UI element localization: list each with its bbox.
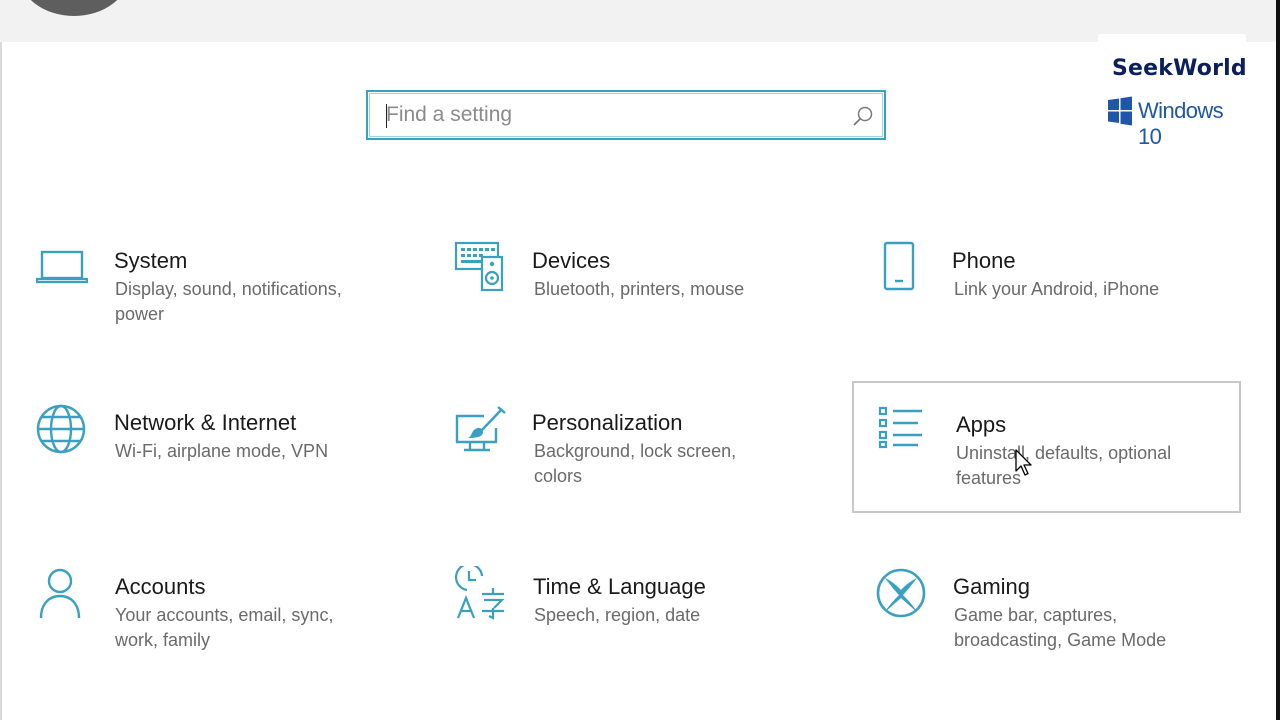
mouse-cursor-icon	[1015, 449, 1032, 476]
laptop-icon	[36, 250, 88, 284]
person-icon	[39, 568, 81, 619]
category-description: Background, lock screen, colors	[534, 441, 737, 486]
search-box[interactable]	[366, 90, 886, 140]
category-title: Apps	[956, 412, 1007, 437]
category-description: Wi-Fi, airplane mode, VPN	[115, 441, 329, 461]
category-title: Devices	[532, 248, 611, 273]
category-title: Accounts	[115, 574, 206, 599]
watermark-title: SeekWorld	[1112, 56, 1247, 81]
apps-list-icon	[878, 406, 922, 449]
time-language-icon	[454, 566, 505, 620]
category-title: Phone	[952, 248, 1016, 273]
category-description: Speech, region, date	[534, 605, 701, 625]
category-title: System	[114, 248, 188, 273]
text-caret	[386, 104, 387, 128]
category-description: Your accounts, email, sync, work, family	[115, 605, 334, 650]
top-strip	[0, 0, 1280, 42]
globe-icon	[36, 404, 86, 454]
search-input[interactable]	[386, 100, 826, 130]
category-description: Display, sound, notifications, power	[115, 279, 342, 324]
category-accounts[interactable]: Accounts Your accounts, email, sync, wor…	[34, 564, 422, 694]
category-title: Time & Language	[533, 574, 706, 599]
window-right-edge	[1276, 0, 1280, 720]
window-left-edge	[0, 42, 2, 720]
category-devices[interactable]: Devices Bluetooth, printers, mouse	[452, 238, 840, 368]
category-apps[interactable]: Apps Uninstall, defaults, optional featu…	[852, 381, 1241, 513]
devices-icon	[454, 241, 504, 292]
watermark-os: Windows 10	[1138, 98, 1224, 149]
category-title: Personalization	[532, 410, 683, 435]
category-description: Link your Android, iPhone	[954, 279, 1160, 299]
paint-brush-icon	[455, 406, 506, 452]
category-phone[interactable]: Phone Link your Android, iPhone	[872, 238, 1260, 368]
category-title: Gaming	[953, 574, 1031, 599]
category-description: Bluetooth, printers, mouse	[534, 279, 745, 299]
category-system[interactable]: System Display, sound, notifications, po…	[34, 238, 422, 368]
category-description: Game bar, captures, broadcasting, Game M…	[954, 605, 1167, 650]
category-description: Uninstall, defaults, optional features	[956, 443, 1172, 488]
category-time-language[interactable]: Time & Language Speech, region, date	[452, 564, 840, 694]
xbox-icon	[876, 568, 926, 618]
category-title: Network & Internet	[114, 410, 297, 435]
search-icon[interactable]	[852, 105, 874, 127]
windows-logo-icon	[1108, 96, 1132, 126]
category-personalization[interactable]: Personalization Background, lock screen,…	[452, 400, 840, 530]
watermark: SeekWorld Windows 10	[1098, 34, 1247, 149]
avatar	[18, 0, 130, 16]
category-network-internet[interactable]: Network & Internet Wi-Fi, airplane mode,…	[34, 400, 422, 530]
phone-icon	[883, 241, 915, 291]
category-gaming[interactable]: Gaming Game bar, captures, broadcasting,…	[872, 564, 1260, 694]
